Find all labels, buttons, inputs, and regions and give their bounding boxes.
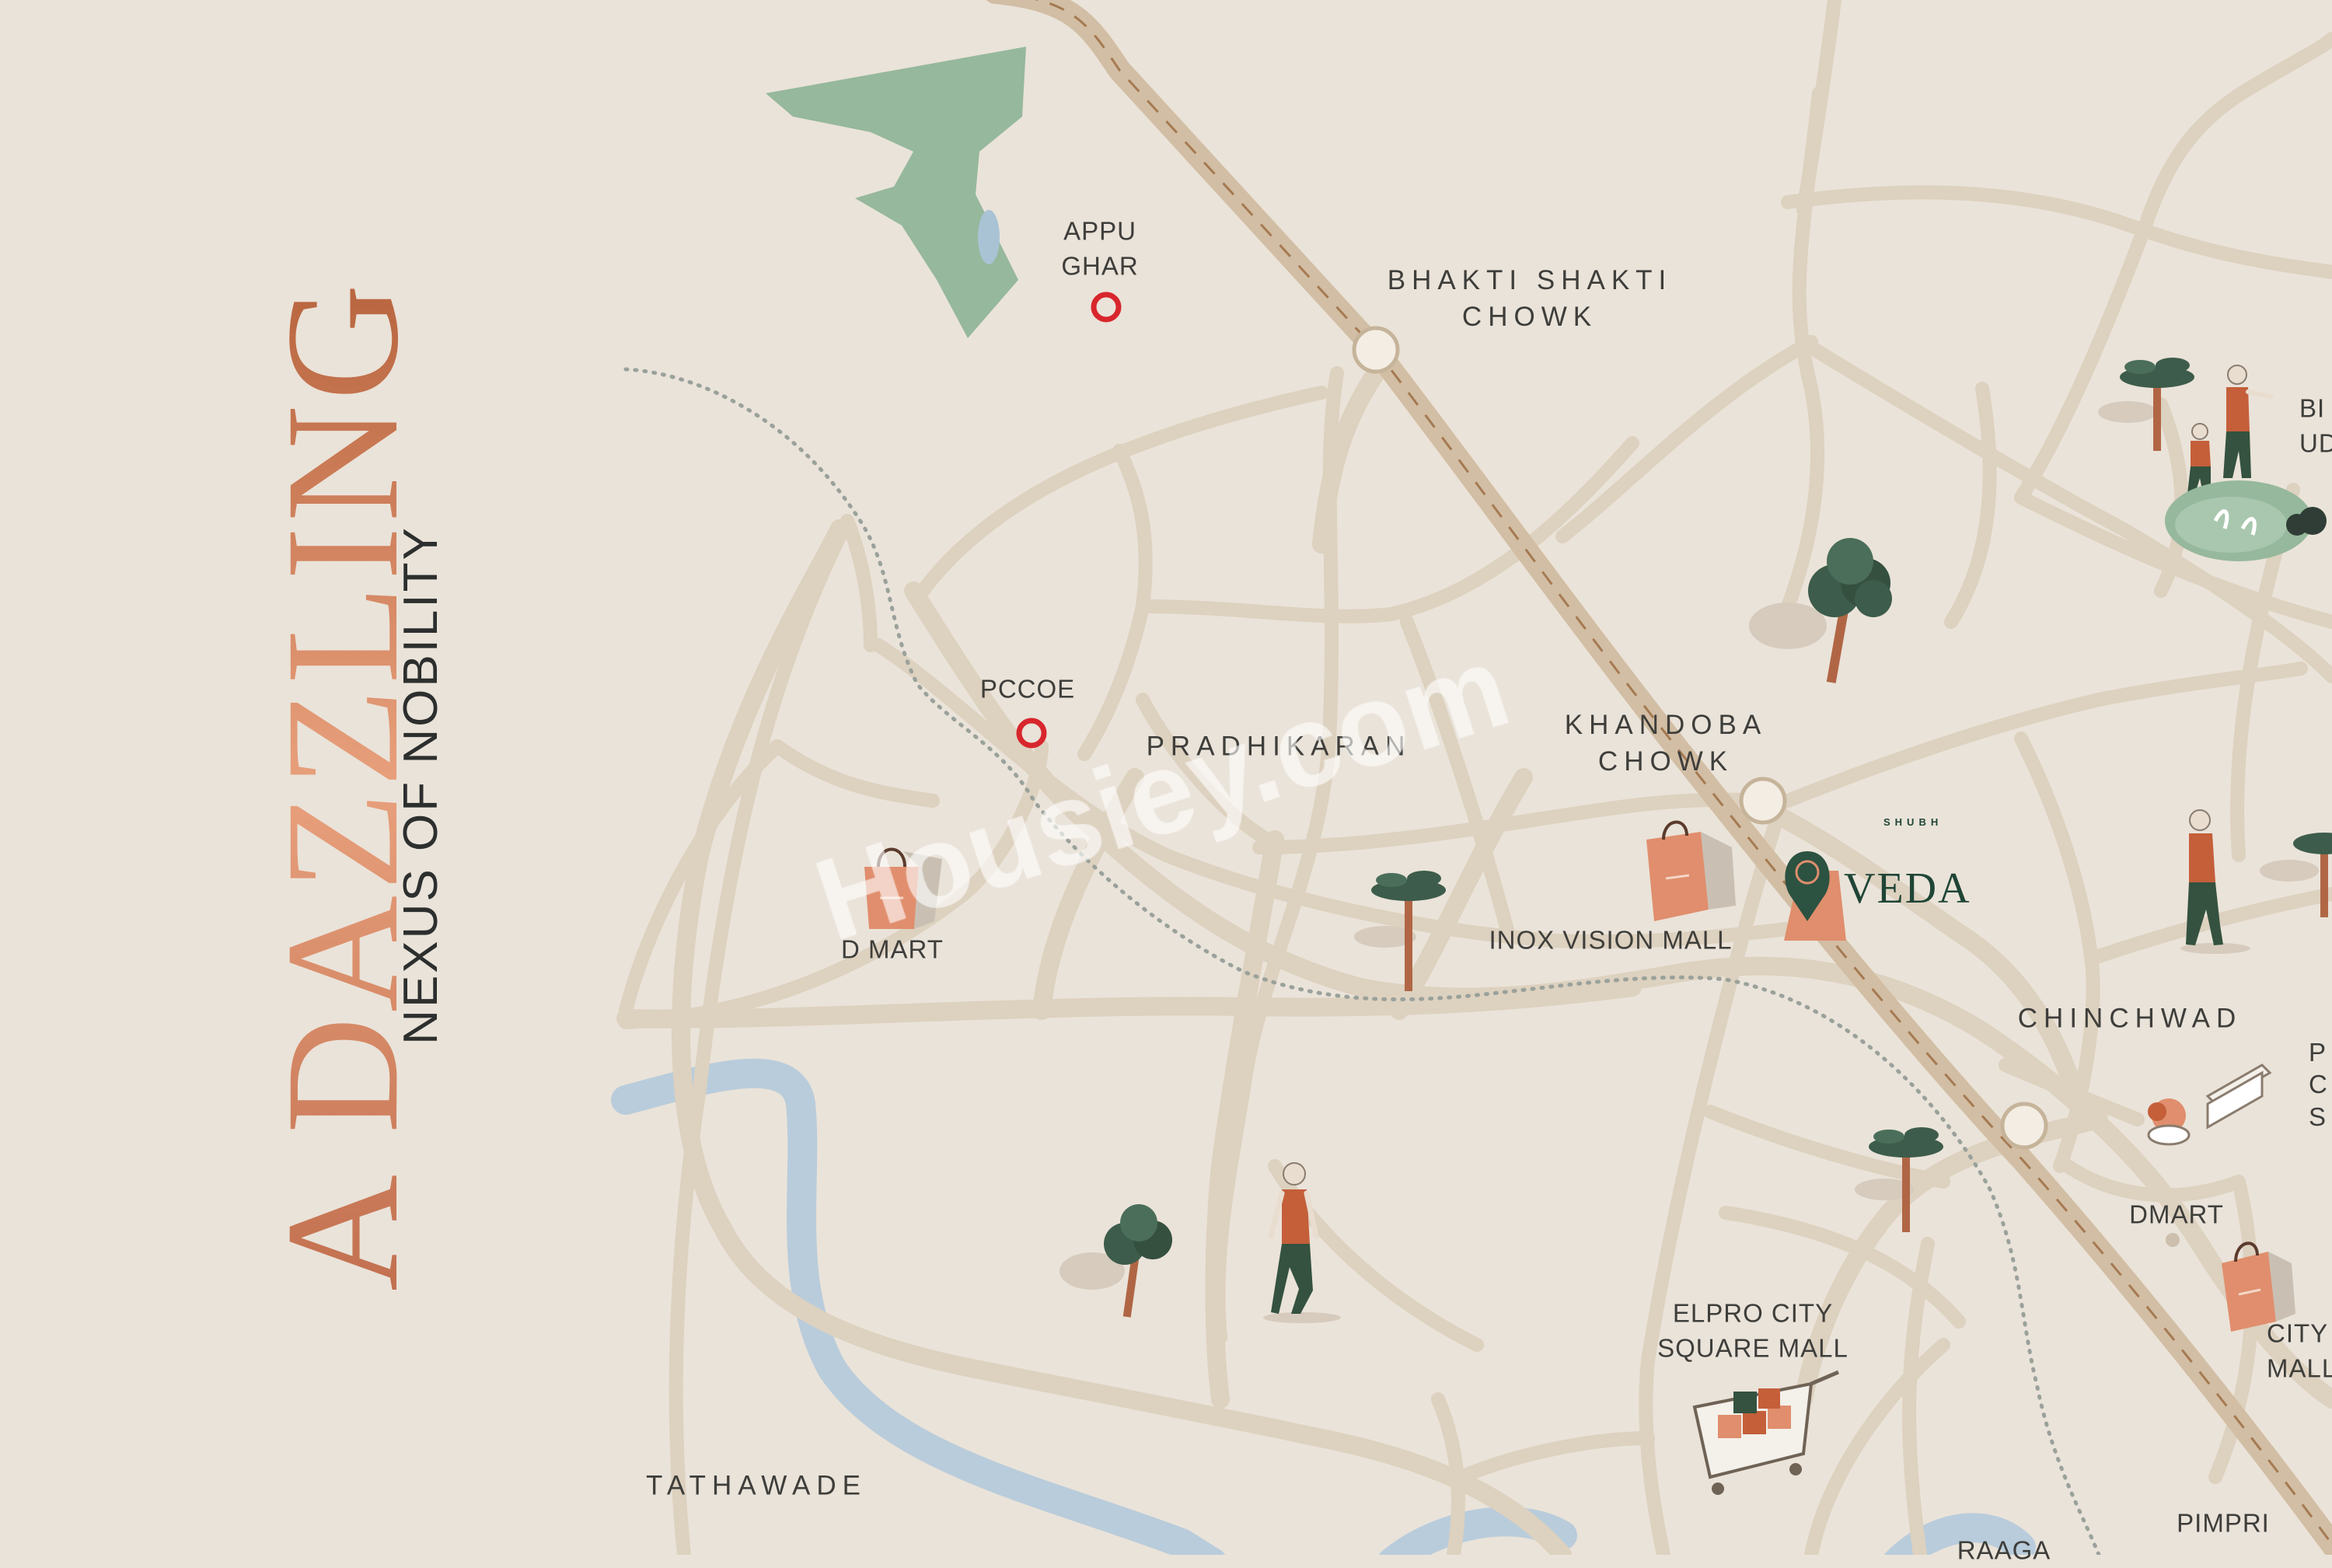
park-pond <box>978 210 1000 264</box>
landmark-raaga: RAAGA <box>1957 1535 2051 1565</box>
landmark-bird-udyan-partial: BI UD <box>2299 393 2332 457</box>
landmark-park-partial: P C S <box>2309 1038 2328 1131</box>
landmark-inox-vision-mall: INOX VISION MALL <box>1489 925 1733 955</box>
area-khandoba-chowk: KHANDOBA CHOWK <box>1564 709 1768 777</box>
landmark-pccoe: PCCOE <box>979 674 1076 704</box>
landmark-dmart: DMART <box>2129 1200 2224 1229</box>
junction-dot <box>2166 1233 2180 1247</box>
landmark-appu-ghar: APPU GHAR <box>1061 216 1139 280</box>
landmark-city-mall: CITY MALL <box>2267 1318 2332 1382</box>
junction-dot <box>2000 1102 2048 1150</box>
landmark-elpro-city-square-mall: ELPRO CITY SQUARE MALL <box>1657 1298 1848 1362</box>
project-brand-name: VEDA <box>1844 864 1971 913</box>
headline-subtitle: NEXUS OF NOBILITY <box>394 526 448 1045</box>
map-poster: A DAZZLING NEXUS OF NOBILITY SHUBH VEDA … <box>0 0 2332 1565</box>
junction-dot <box>1739 777 1787 825</box>
area-bhakti-shakti-chowk: BHAKTI SHAKTI CHOWK <box>1387 264 1673 332</box>
project-brand-small: SHUBH <box>1883 816 1943 828</box>
area-chinchwad: CHINCHWAD <box>2017 1003 2243 1034</box>
area-tathawade: TATHAWADE <box>646 1470 867 1501</box>
landmark-pimpri: PIMPRI <box>2177 1508 2270 1538</box>
